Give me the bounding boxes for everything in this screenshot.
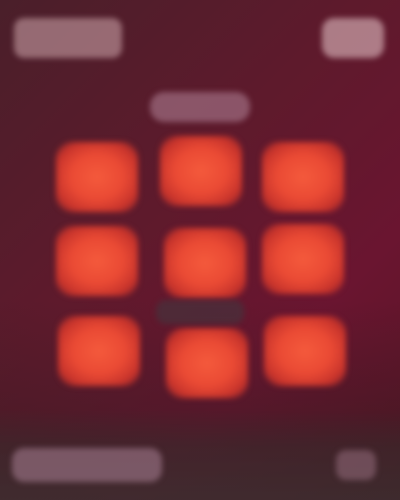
tile-label <box>56 226 57 227</box>
tile-grid <box>50 136 350 398</box>
tile-1[interactable] <box>56 142 138 212</box>
tile-2[interactable] <box>160 136 242 206</box>
app-logo-text <box>14 18 15 19</box>
tile-6[interactable] <box>262 224 344 294</box>
middle-label <box>156 300 244 324</box>
page-title-text <box>150 92 151 93</box>
tile-label <box>56 142 57 143</box>
tile-3[interactable] <box>262 142 344 212</box>
bottom-input-field[interactable] <box>12 448 162 482</box>
tile-4[interactable] <box>56 226 138 296</box>
tile-7[interactable] <box>58 316 140 386</box>
tile-9[interactable] <box>264 316 346 386</box>
tile-label <box>166 328 167 329</box>
tile-label <box>58 316 59 317</box>
tile-label <box>160 136 161 137</box>
tile-8[interactable] <box>166 328 248 398</box>
tile-5[interactable] <box>164 228 246 298</box>
action-button[interactable] <box>336 450 376 480</box>
menu-button[interactable] <box>322 18 384 58</box>
tile-label <box>164 228 165 229</box>
menu-icon <box>322 18 323 19</box>
tile-label <box>262 142 263 143</box>
tile-label <box>262 224 263 225</box>
tile-label <box>264 316 265 317</box>
app-logo <box>14 18 122 58</box>
page-title <box>150 92 250 122</box>
